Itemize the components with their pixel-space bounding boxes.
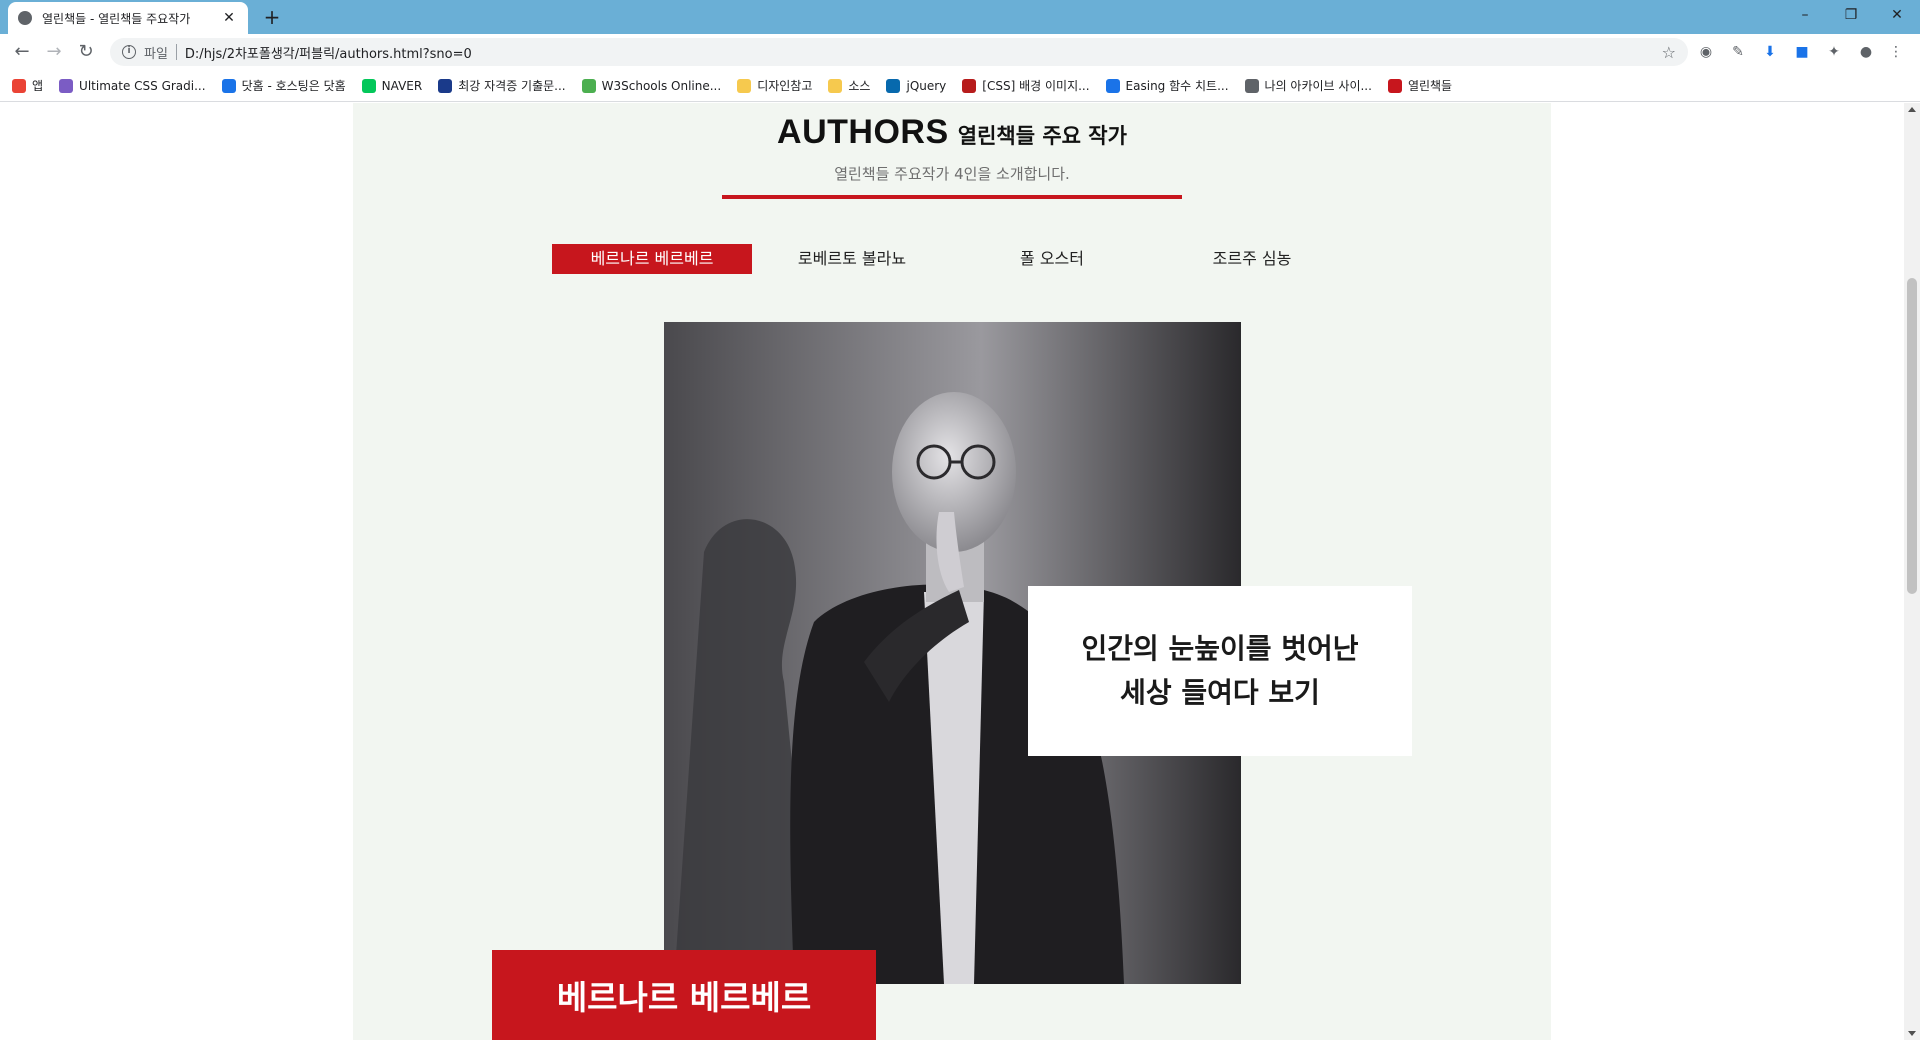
scheme-label: 파일 <box>144 46 168 62</box>
scrollbar-thumb[interactable] <box>1907 278 1917 594</box>
address-bar[interactable]: i 파일 D:/hjs/2차포폴생각/퍼블릭/authors.html?sno=… <box>110 38 1688 66</box>
bookmarks-bar: 앱 Ultimate CSS Gradi... 닷홈 - 호스팅은 닷홈 NAVER 최… <box>0 70 1920 102</box>
restore-icon[interactable]: ❐ <box>1828 0 1874 30</box>
new-tab-button[interactable]: + <box>260 5 284 29</box>
info-icon[interactable]: i <box>122 45 136 59</box>
quote-line-1: 인간의 눈높이를 벗어난 <box>1081 632 1359 665</box>
forward-icon[interactable]: → <box>42 40 66 64</box>
extension-icon[interactable]: ✎ <box>1728 42 1748 62</box>
bookmark-icon <box>737 78 752 93</box>
url-text[interactable]: D:/hjs/2차포폴생각/퍼블릭/authors.html?sno=0 <box>185 43 1662 62</box>
bookmark-icon <box>962 78 977 93</box>
bookmark-item[interactable]: 나의 아카이브 사이... <box>1244 77 1372 94</box>
bookmark-icon <box>886 78 901 93</box>
quote-line-2: 세상 들여다 보기 <box>1120 676 1320 709</box>
bookmark-label: 나의 아카이브 사이... <box>1264 79 1372 93</box>
bookmark-icon <box>12 78 26 93</box>
bookmark-item[interactable]: NAVER <box>361 78 423 93</box>
bookmark-icon <box>828 78 843 93</box>
quote-box: 인간의 눈높이를 벗어난 세상 들여다 보기 <box>1028 586 1412 756</box>
bookmark-label: 최강 자격증 기출문... <box>458 79 566 93</box>
bookmark-icon <box>1244 78 1259 93</box>
bookmark-label: [CSS] 배경 이미지... <box>982 79 1090 93</box>
authors-section: AUTHORS 열린책들 주요 작가 열린책들 주요작가 4인을 소개합니다. … <box>353 103 1551 1040</box>
bookmark-icon <box>221 78 236 93</box>
author-tabs: 베르나르 베르베르 로베르토 볼라뇨 폴 오스터 조르주 심농 <box>552 244 1352 274</box>
bookmark-icon <box>438 78 453 93</box>
tab-author-3[interactable]: 폴 오스터 <box>952 244 1152 274</box>
title-underline <box>722 195 1182 199</box>
page-subtitle: 열린책들 주요작가 4인을 소개합니다. <box>834 165 1070 183</box>
bookmark-label: jQuery <box>906 78 947 93</box>
author-name-box: 베르나르 베르베르 <box>492 950 876 1040</box>
page-title: AUTHORS 열린책들 주요 작가 <box>353 113 1551 152</box>
omnibox-divider <box>175 44 177 60</box>
extension-badge-icon[interactable]: ■ <box>1792 42 1812 62</box>
vertical-scrollbar[interactable] <box>1904 103 1920 1040</box>
bookmark-item[interactable]: 최강 자격증 기출문... <box>438 77 566 94</box>
bookmark-icon <box>361 78 376 93</box>
scroll-down-icon[interactable] <box>1908 1031 1916 1036</box>
menu-icon[interactable]: ⋮ <box>1886 42 1906 62</box>
tab-close-icon[interactable]: ✕ <box>220 10 238 26</box>
bookmark-star-icon[interactable]: ☆ <box>1662 43 1676 62</box>
tab-author-2[interactable]: 로베르토 볼라뇨 <box>752 244 952 274</box>
bookmark-label: Easing 함수 치트... <box>1125 79 1229 93</box>
close-window-icon[interactable]: ✕ <box>1874 0 1920 30</box>
browser-tab-strip: 열린책들 - 열린책들 주요작가 ✕ + – ❐ ✕ <box>0 0 1920 34</box>
tab-author-4[interactable]: 조르주 심농 <box>1152 244 1352 274</box>
reload-icon[interactable]: ↻ <box>74 40 98 64</box>
globe-icon <box>18 11 32 25</box>
bookmark-label: 소스 <box>848 79 871 93</box>
heading-main: AUTHORS <box>777 113 949 151</box>
tab-author-1[interactable]: 베르나르 베르베르 <box>552 244 752 274</box>
bookmark-label: Ultimate CSS Gradi... <box>79 78 206 93</box>
download-icon[interactable]: ⬇ <box>1760 42 1780 62</box>
bookmark-label: 닷홈 - 호스팅은 닷홈 <box>241 79 346 93</box>
browser-tab[interactable]: 열린책들 - 열린책들 주요작가 ✕ <box>8 2 248 34</box>
bookmark-label: NAVER <box>381 78 423 93</box>
heading-sub: 열린책들 주요 작가 <box>957 124 1127 148</box>
back-icon[interactable]: ← <box>10 40 34 64</box>
browser-toolbar: ← → ↻ i 파일 D:/hjs/2차포폴생각/퍼블릭/authors.htm… <box>0 34 1920 70</box>
author-name: 베르나르 베르베르 <box>556 978 812 1017</box>
minimize-icon[interactable]: – <box>1782 0 1828 30</box>
camera-icon[interactable]: ◉ <box>1696 42 1716 62</box>
bookmark-icon <box>581 78 596 93</box>
bookmark-item[interactable]: Ultimate CSS Gradi... <box>59 78 206 93</box>
bookmark-item[interactable]: 디자인참고 <box>737 77 812 94</box>
bookmark-item[interactable]: jQuery <box>886 78 947 93</box>
puzzle-icon[interactable]: ✦ <box>1824 42 1844 62</box>
bookmark-item[interactable]: Easing 함수 치트... <box>1105 77 1229 94</box>
bookmark-item[interactable]: 소스 <box>828 77 870 94</box>
scroll-up-icon[interactable] <box>1908 107 1916 112</box>
bookmark-item[interactable]: 열린책들 <box>1387 77 1453 94</box>
bookmark-icon <box>59 78 74 93</box>
bookmark-label: 열린책들 <box>1407 79 1453 93</box>
bookmark-icon <box>1105 78 1120 93</box>
profile-icon[interactable]: ● <box>1856 42 1876 62</box>
bookmark-label: 디자인참고 <box>757 79 813 93</box>
page-viewport: AUTHORS 열린책들 주요 작가 열린책들 주요작가 4인을 소개합니다. … <box>0 103 1904 1040</box>
bookmark-item[interactable]: 닷홈 - 호스팅은 닷홈 <box>221 77 346 94</box>
tab-title: 열린책들 - 열린책들 주요작가 <box>42 11 191 26</box>
bookmark-item[interactable]: [CSS] 배경 이미지... <box>962 77 1090 94</box>
bookmark-label: W3Schools Online... <box>601 78 722 93</box>
bookmark-item[interactable]: 앱 <box>12 77 43 94</box>
bookmark-label: 앱 <box>32 79 44 93</box>
bookmark-icon <box>1387 78 1402 93</box>
bookmark-item[interactable]: W3Schools Online... <box>581 78 722 93</box>
